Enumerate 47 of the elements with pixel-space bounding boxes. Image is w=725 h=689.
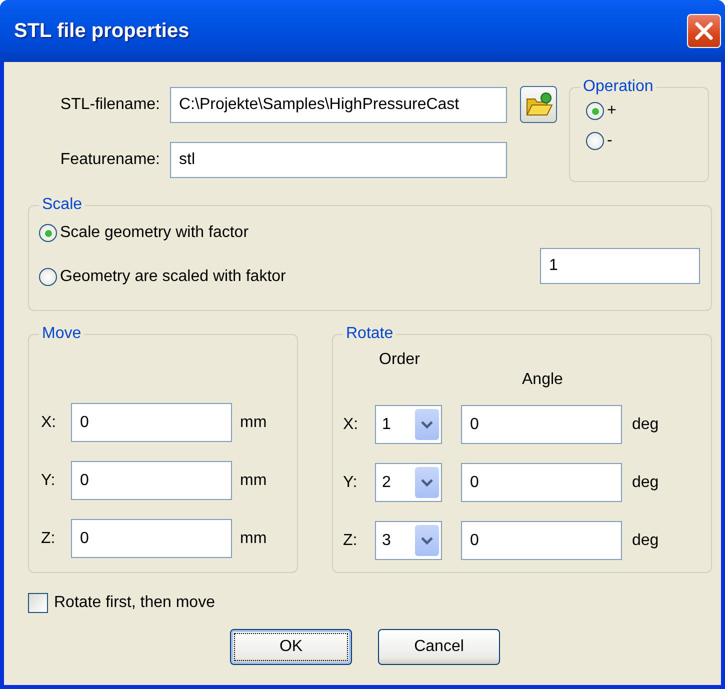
- group-title: Rotate: [345, 325, 394, 343]
- unit-label: mm: [240, 472, 267, 490]
- factor-field[interactable]: 1: [540, 248, 700, 284]
- unit-label: deg: [632, 416, 659, 434]
- chevron-down-icon: [421, 536, 433, 544]
- group-title: Scale: [41, 196, 84, 214]
- axis-label: Y:: [41, 472, 56, 490]
- filename-field[interactable]: C:\Projekte\Samples\HighPressureCast: [170, 86, 507, 122]
- axis-label: X:: [41, 414, 58, 432]
- offset-field[interactable]: 0: [71, 461, 232, 500]
- unit-label: mm: [240, 530, 267, 548]
- radio-option[interactable]: Scale geometry with factor: [39, 224, 286, 242]
- browse-button[interactable]: [520, 86, 557, 123]
- window-title: STL file properties: [14, 20, 190, 42]
- angle-field[interactable]: 0: [461, 463, 622, 502]
- offset-field[interactable]: 0: [71, 519, 232, 558]
- column-heading: Order: [379, 351, 420, 369]
- dialog-button[interactable]: OK: [230, 629, 352, 665]
- group-title: Move: [41, 325, 82, 343]
- field-label: STL-filename:: [59, 96, 160, 114]
- dialog-button[interactable]: Cancel: [378, 629, 500, 665]
- chevron-down-icon: [421, 478, 433, 486]
- close-icon: [693, 20, 715, 42]
- radio-option[interactable]: -: [586, 132, 698, 150]
- unit-label: mm: [240, 414, 267, 432]
- unit-label: deg: [632, 474, 659, 492]
- order-dropdown[interactable]: 2: [375, 463, 442, 502]
- folder-icon: [524, 92, 552, 118]
- axis-label: Y:: [343, 474, 358, 492]
- chevron-down-icon: [421, 420, 433, 428]
- order-dropdown[interactable]: 3: [375, 521, 442, 560]
- axis-label: Z:: [343, 532, 358, 550]
- checkbox-option[interactable]: Rotate first, then move: [28, 593, 712, 613]
- close-button[interactable]: [687, 14, 721, 48]
- featurename-field[interactable]: stl: [170, 142, 507, 178]
- unit-label: deg: [632, 532, 659, 550]
- angle-field[interactable]: 0: [461, 405, 622, 444]
- offset-field[interactable]: 0: [71, 403, 232, 442]
- radio-option[interactable]: +: [586, 102, 698, 120]
- field-label: Featurename:: [59, 151, 160, 169]
- axis-label: Z:: [41, 530, 56, 548]
- order-dropdown[interactable]: 1: [375, 405, 442, 444]
- axis-label: X:: [343, 416, 360, 434]
- column-heading: Angle: [522, 371, 563, 389]
- group-title: Operation: [582, 78, 654, 96]
- angle-field[interactable]: 0: [461, 521, 622, 560]
- radio-option[interactable]: Geometry are scaled with faktor: [39, 268, 286, 286]
